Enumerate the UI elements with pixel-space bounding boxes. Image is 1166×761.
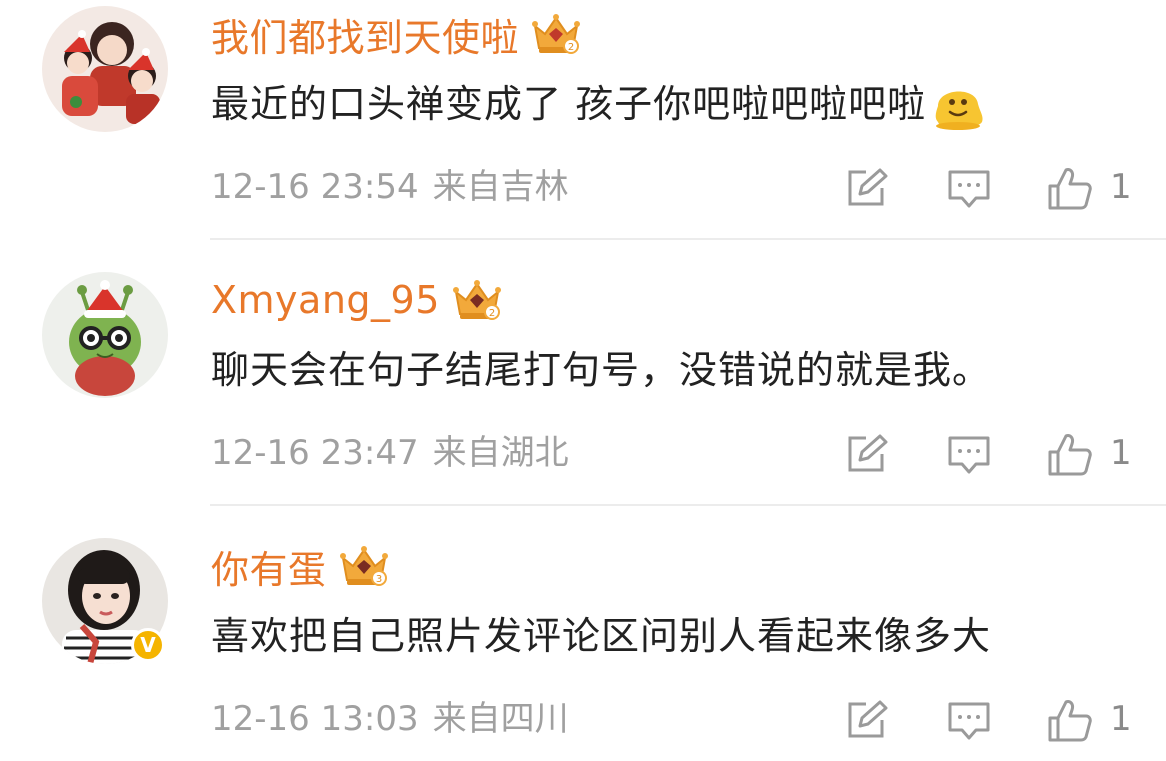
comment-location: 来自吉林 — [432, 167, 569, 207]
username-row: 我们都找到天使啦 2 — [211, 8, 581, 60]
svg-text:3: 3 — [375, 574, 381, 585]
username-row: Xmyang_95 2 — [211, 274, 502, 326]
comment-text: 聊天会在句子结尾打句号，没错说的就是我。 — [211, 342, 991, 398]
like-count: 1 — [1110, 433, 1132, 473]
verified-badge: V — [131, 628, 165, 662]
comment-item: Xmyang_95 2 聊天会在句子结尾打句号，没错说的就是我。 12-16 2… — [0, 266, 1166, 532]
comment-meta: 12-16 23:54 来自吉林 — [211, 162, 569, 212]
like-count: 1 — [1110, 167, 1132, 207]
edit-icon[interactable] — [844, 166, 890, 210]
thumbs-up-icon[interactable] — [1046, 166, 1092, 210]
username[interactable]: 我们都找到天使啦 — [211, 7, 519, 62]
crown-badge-icon: 3 — [339, 546, 388, 586]
thumbs-up-icon[interactable] — [1046, 698, 1092, 742]
comment-icon[interactable] — [946, 166, 992, 210]
comment-meta: 12-16 23:47 来自湖北 — [211, 428, 569, 478]
comment-actions: 1 — [842, 428, 1142, 478]
comment-item: V 你有蛋 3 喜欢把自己照片发评论区问别人看起来像多大 12-16 13:03… — [0, 532, 1166, 761]
comment-date: 12-16 23:54 — [211, 167, 419, 207]
comment-icon[interactable] — [946, 698, 992, 742]
divider — [210, 504, 1166, 506]
crown-badge-icon: 2 — [532, 14, 581, 54]
username-row: 你有蛋 3 — [211, 540, 389, 592]
divider — [210, 238, 1166, 240]
comment-text-content: 聊天会在句子结尾打句号，没错说的就是我。 — [211, 348, 992, 392]
username[interactable]: 你有蛋 — [211, 539, 327, 594]
svg-text:2: 2 — [489, 308, 495, 319]
comment-text: 喜欢把自己照片发评论区问别人看起来像多大 — [211, 608, 991, 664]
thumbs-up-icon[interactable] — [1046, 432, 1092, 476]
comment-meta: 12-16 13:03 来自四川 — [211, 694, 569, 744]
comment-list: 我们都找到天使啦 2 最近的口头禅变成了 孩子你吧啦吧啦吧啦 12-16 23:… — [0, 0, 1166, 761]
comment-text-content: 最近的口头禅变成了 孩子你吧啦吧啦吧啦 — [211, 82, 927, 126]
comment-text: 最近的口头禅变成了 孩子你吧啦吧啦吧啦 — [211, 76, 988, 132]
avatar[interactable] — [42, 6, 168, 132]
svg-text:2: 2 — [568, 42, 574, 53]
comment-date: 12-16 13:03 — [211, 699, 419, 739]
comment-date: 12-16 23:47 — [211, 433, 419, 473]
like-count: 1 — [1110, 699, 1132, 739]
crown-badge-icon: 2 — [452, 280, 501, 320]
avatar[interactable] — [42, 272, 168, 398]
edit-icon[interactable] — [844, 698, 890, 742]
edit-icon[interactable] — [844, 432, 890, 476]
melting-face-emoji — [935, 91, 983, 130]
comment-item: 我们都找到天使啦 2 最近的口头禅变成了 孩子你吧啦吧啦吧啦 12-16 23:… — [0, 0, 1166, 266]
comment-icon[interactable] — [946, 432, 992, 476]
comment-location: 来自湖北 — [432, 433, 569, 473]
comment-text-content: 喜欢把自己照片发评论区问别人看起来像多大 — [211, 614, 992, 658]
comment-actions: 1 — [842, 162, 1142, 212]
comment-actions: 1 — [842, 694, 1142, 744]
username[interactable]: Xmyang_95 — [211, 278, 440, 322]
comment-location: 来自四川 — [432, 699, 569, 739]
